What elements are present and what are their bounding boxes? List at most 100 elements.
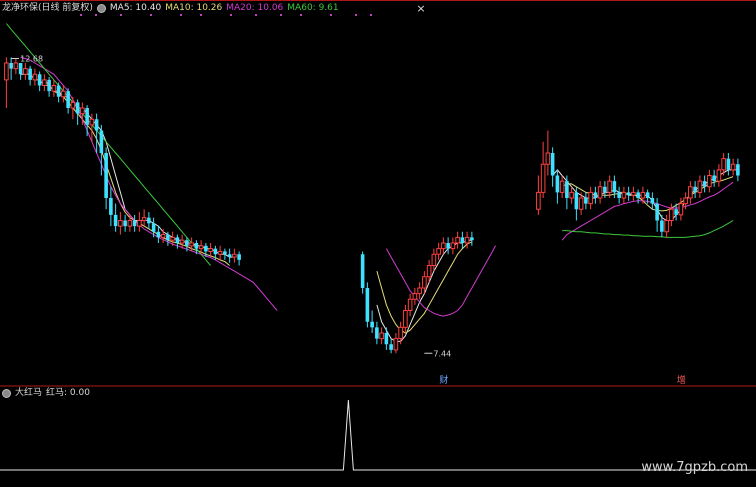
candle-body bbox=[113, 214, 118, 227]
marker-dot bbox=[180, 14, 182, 16]
ma60-line bbox=[562, 220, 734, 238]
stock-title: 龙净环保(日线 前复权) bbox=[2, 3, 93, 13]
candle-body bbox=[99, 130, 104, 153]
candle-body bbox=[578, 197, 584, 210]
candle-body bbox=[94, 119, 99, 131]
candle-body bbox=[450, 242, 456, 250]
sub-panel-title: 大红马 bbox=[15, 388, 43, 398]
candle-body bbox=[693, 186, 697, 193]
candle-body bbox=[617, 192, 621, 198]
candle-body bbox=[455, 236, 460, 244]
candle-body bbox=[70, 101, 76, 109]
price-annotation: 7.44 bbox=[433, 349, 451, 358]
marker-dot bbox=[95, 14, 97, 16]
candle-body bbox=[4, 62, 9, 81]
candle-body bbox=[47, 79, 51, 92]
marker-dot bbox=[280, 14, 282, 16]
candle-body bbox=[389, 344, 393, 350]
candle-body bbox=[127, 220, 133, 227]
candle-body bbox=[664, 220, 669, 233]
candle-body bbox=[412, 293, 418, 300]
event-marker: 增 bbox=[677, 374, 686, 386]
candle-body bbox=[365, 288, 370, 322]
candle-body bbox=[669, 208, 674, 221]
candle-body bbox=[137, 220, 142, 227]
candle-body bbox=[574, 192, 579, 210]
ma20-label: MA20: 10.06 bbox=[226, 3, 284, 13]
candle-body bbox=[607, 180, 612, 193]
candle-body bbox=[683, 197, 688, 205]
candle-body bbox=[436, 248, 441, 255]
price-annotation: 12.68 bbox=[20, 55, 43, 64]
candle-body bbox=[540, 163, 546, 193]
marker-dot bbox=[300, 14, 302, 16]
candle-body bbox=[603, 186, 607, 193]
ma20-line bbox=[385, 245, 497, 317]
candle-body bbox=[697, 180, 703, 193]
candle-body bbox=[23, 68, 28, 75]
candle-body bbox=[13, 62, 19, 70]
candle-body bbox=[185, 240, 189, 246]
candle-body bbox=[61, 90, 66, 98]
candle-body bbox=[151, 223, 156, 232]
candle-body bbox=[674, 209, 678, 215]
candle-body bbox=[660, 220, 664, 232]
candle-body bbox=[536, 191, 541, 210]
marker-dot bbox=[330, 14, 332, 16]
candle-body bbox=[565, 181, 569, 198]
marker-dot bbox=[150, 14, 152, 16]
candle-body bbox=[426, 265, 432, 278]
candle-body bbox=[37, 74, 42, 86]
candle-body bbox=[446, 243, 450, 249]
candle-body bbox=[56, 85, 61, 97]
watermark: www.7gpzb.com bbox=[641, 460, 748, 475]
marker-dot bbox=[200, 14, 202, 16]
candle-body bbox=[179, 239, 185, 244]
candle-body bbox=[721, 158, 726, 171]
candle-body bbox=[545, 152, 551, 165]
candle-body bbox=[588, 191, 593, 205]
ma5-line bbox=[20, 73, 235, 258]
candle-body bbox=[407, 298, 413, 311]
settings-icon[interactable] bbox=[96, 3, 106, 13]
candle-body bbox=[123, 220, 127, 227]
indicator-label: 红马: 0.00 bbox=[46, 388, 90, 398]
candle-body bbox=[232, 253, 237, 258]
marker-dot bbox=[370, 14, 372, 16]
marker-dot bbox=[230, 14, 232, 16]
indicator-settings-icon[interactable] bbox=[2, 388, 11, 398]
candle-body bbox=[655, 203, 659, 221]
candle-body bbox=[550, 153, 555, 176]
candle-body bbox=[213, 248, 218, 255]
candle-body bbox=[559, 180, 565, 193]
marker-dot bbox=[120, 14, 122, 16]
event-marker: 财 bbox=[439, 374, 448, 386]
candle-body bbox=[237, 254, 241, 260]
candle-body bbox=[726, 158, 731, 170]
candle-body bbox=[175, 237, 180, 243]
candle-body bbox=[417, 287, 422, 295]
candle-body bbox=[431, 253, 437, 266]
close-icon[interactable]: × bbox=[416, 3, 426, 14]
candle-body bbox=[32, 73, 38, 81]
candle-body bbox=[80, 107, 85, 115]
candle-body bbox=[66, 91, 70, 108]
sub-legend: 大红马 红马: 0.00 bbox=[2, 387, 90, 399]
ma5-label: MA5: 10.40 bbox=[109, 3, 162, 13]
candle-body bbox=[712, 175, 716, 182]
candle-body bbox=[626, 192, 631, 196]
candle-body bbox=[28, 68, 32, 80]
ma60-label: MA60: 9.61 bbox=[287, 3, 339, 13]
candle-body bbox=[170, 236, 175, 241]
candle-body bbox=[375, 327, 379, 339]
candle-body bbox=[640, 191, 646, 199]
ma10-label: MA10: 10.26 bbox=[165, 3, 223, 13]
candle-body bbox=[198, 245, 204, 250]
candle-body bbox=[104, 153, 108, 198]
candle-body bbox=[593, 192, 598, 198]
candle-body bbox=[160, 234, 166, 238]
candle-body bbox=[678, 203, 684, 216]
candle-body bbox=[141, 217, 147, 221]
candle-body bbox=[156, 231, 161, 238]
candle-body bbox=[707, 175, 712, 188]
